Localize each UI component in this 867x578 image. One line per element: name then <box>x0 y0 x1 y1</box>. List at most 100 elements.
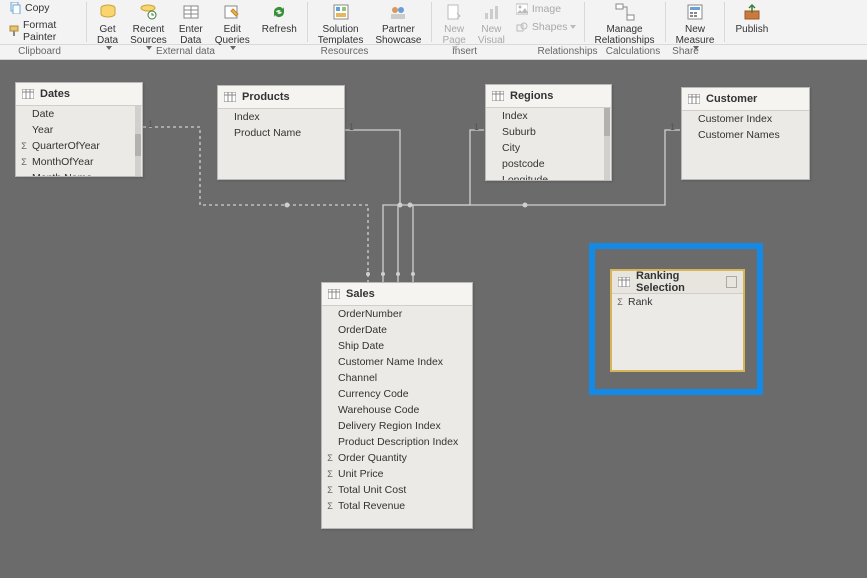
table-dates[interactable]: Dates DateYearΣQuarterOfYearΣMonthOfYear… <box>15 82 143 177</box>
field-row[interactable]: Product Description Index <box>322 434 472 450</box>
publish-button[interactable]: Publish <box>729 0 774 35</box>
shapes-button[interactable]: Shapes <box>511 18 580 36</box>
group-label-resources: Resources <box>292 45 397 59</box>
new-measure-button[interactable]: New Measure <box>670 0 721 50</box>
field-row[interactable]: Year <box>16 122 142 138</box>
table-sales[interactable]: Sales OrderNumber OrderDateShip DateCusto… <box>321 282 473 529</box>
sigma-icon: Σ <box>19 157 29 167</box>
refresh-button[interactable]: Refresh <box>256 0 303 35</box>
dropdown-icon <box>452 46 458 50</box>
field-row[interactable]: Channel <box>322 370 472 386</box>
ribbon-group-external-data: Get Data Recent Sources Enter Data Edit … <box>87 0 307 44</box>
enter-data-button[interactable]: Enter Data <box>173 0 209 46</box>
model-canvas[interactable]: 1 1 1 1 Dates DateYearΣQuarterOfYearΣMon… <box>0 60 867 578</box>
field-row[interactable]: ΣOrder Quantity <box>322 450 472 466</box>
manage-relationships-button[interactable]: Manage Relationships <box>589 0 661 46</box>
table-header[interactable]: Sales <box>322 283 472 306</box>
field-label: Delivery Region Index <box>338 420 441 432</box>
field-row[interactable]: Index <box>218 109 344 125</box>
cardinality-label: 1 <box>349 122 354 132</box>
field-row[interactable]: Month Name <box>16 170 142 176</box>
table-header[interactable]: Regions <box>486 85 611 108</box>
sigma-icon: Σ <box>325 501 335 511</box>
field-label: MonthOfYear <box>32 156 93 168</box>
scroll-thumb[interactable] <box>604 108 610 136</box>
copy-button[interactable]: Copy <box>4 0 54 17</box>
edit-queries-icon <box>222 2 242 22</box>
table-products[interactable]: Products Index Product Name <box>217 85 345 180</box>
field-row[interactable]: Customer Index <box>682 111 809 127</box>
field-row[interactable]: ΣTotal Unit Cost <box>322 482 472 498</box>
table-title: Regions <box>510 90 553 102</box>
table-header[interactable]: Ranking Selection <box>612 271 743 294</box>
field-label: OrderNumber <box>338 308 402 320</box>
table-regions[interactable]: Regions Index SuburbCitypostcodeLongitude <box>485 84 612 181</box>
image-icon <box>515 2 529 16</box>
field-label: Customer Index <box>698 113 772 125</box>
table-customer[interactable]: Customer Customer Index Customer Names <box>681 87 810 180</box>
partner-showcase-button[interactable]: Partner Showcase <box>369 0 427 46</box>
field-row[interactable]: Customer Name Index <box>322 354 472 370</box>
dropdown-icon <box>146 46 152 50</box>
get-data-button[interactable]: Get Data <box>91 0 124 50</box>
field-row[interactable]: OrderNumber <box>322 306 472 322</box>
field-row[interactable]: Product Name <box>218 125 344 141</box>
scrollbar[interactable] <box>135 106 141 176</box>
ribbon-group-calculations: New Measure <box>666 0 725 44</box>
edit-queries-button[interactable]: Edit Queries <box>209 0 256 50</box>
scrollbar[interactable] <box>604 108 610 180</box>
field-label: Rank <box>628 296 653 308</box>
enter-data-icon <box>181 2 201 22</box>
field-row[interactable]: Ship Date <box>322 338 472 354</box>
partner-showcase-label: Partner Showcase <box>375 24 421 46</box>
field-label: Product Name <box>234 127 301 139</box>
maximize-icon[interactable] <box>726 276 737 288</box>
field-row[interactable]: Longitude <box>486 172 611 180</box>
field-row[interactable]: Index <box>486 108 611 124</box>
field-row[interactable]: ΣQuarterOfYear <box>16 138 142 154</box>
field-row[interactable]: City <box>486 140 611 156</box>
new-page-button[interactable]: New Page <box>436 0 471 50</box>
field-label: Index <box>502 110 528 122</box>
table-title: Dates <box>40 88 70 100</box>
table-header[interactable]: Dates <box>16 83 142 106</box>
cardinality-label: 1 <box>670 122 675 132</box>
field-row[interactable]: Delivery Region Index <box>322 418 472 434</box>
table-header[interactable]: Products <box>218 86 344 109</box>
ribbon: Copy Format Painter Get Data Recent Sour… <box>0 0 867 45</box>
field-row[interactable]: ΣRank <box>612 294 743 310</box>
ribbon-group-share: Publish <box>725 0 778 44</box>
format-painter-button[interactable]: Format Painter <box>4 17 82 45</box>
recent-sources-icon <box>138 2 158 22</box>
recent-sources-button[interactable]: Recent Sources <box>124 0 173 50</box>
sigma-icon: Σ <box>325 453 335 463</box>
field-row[interactable]: Warehouse Code <box>322 402 472 418</box>
table-title: Sales <box>346 288 375 300</box>
partner-showcase-icon <box>388 2 408 22</box>
get-data-label: Get Data <box>97 24 118 46</box>
table-icon <box>22 89 34 99</box>
field-label: Unit Price <box>338 468 384 480</box>
table-header[interactable]: Customer <box>682 88 809 111</box>
table-ranking-selection[interactable]: Ranking Selection ΣRank <box>610 269 745 372</box>
dropdown-icon <box>230 46 236 50</box>
solution-templates-button[interactable]: Solution Templates <box>312 0 370 46</box>
table-fields: OrderNumber OrderDateShip DateCustomer Na… <box>322 306 472 528</box>
field-row[interactable]: Date <box>16 106 142 122</box>
field-row[interactable]: ΣMonthOfYear <box>16 154 142 170</box>
field-row[interactable]: Suburb <box>486 124 611 140</box>
image-button[interactable]: Image <box>511 0 580 18</box>
field-row[interactable]: ΣTotal Revenue <box>322 498 472 514</box>
field-row[interactable]: ΣUnit Price <box>322 466 472 482</box>
sigma-icon: Σ <box>325 469 335 479</box>
solution-templates-label: Solution Templates <box>318 24 364 46</box>
field-row[interactable]: OrderDate <box>322 322 472 338</box>
scroll-thumb[interactable] <box>135 134 141 156</box>
group-label-calculations: Calculations <box>603 45 663 59</box>
field-row[interactable]: postcode <box>486 156 611 172</box>
format-painter-label: Format Painter <box>23 19 78 43</box>
field-row[interactable]: Customer Names <box>682 127 809 143</box>
field-row[interactable]: Currency Code <box>322 386 472 402</box>
new-visual-button[interactable]: New Visual <box>472 0 511 46</box>
field-label: Warehouse Code <box>338 404 419 416</box>
